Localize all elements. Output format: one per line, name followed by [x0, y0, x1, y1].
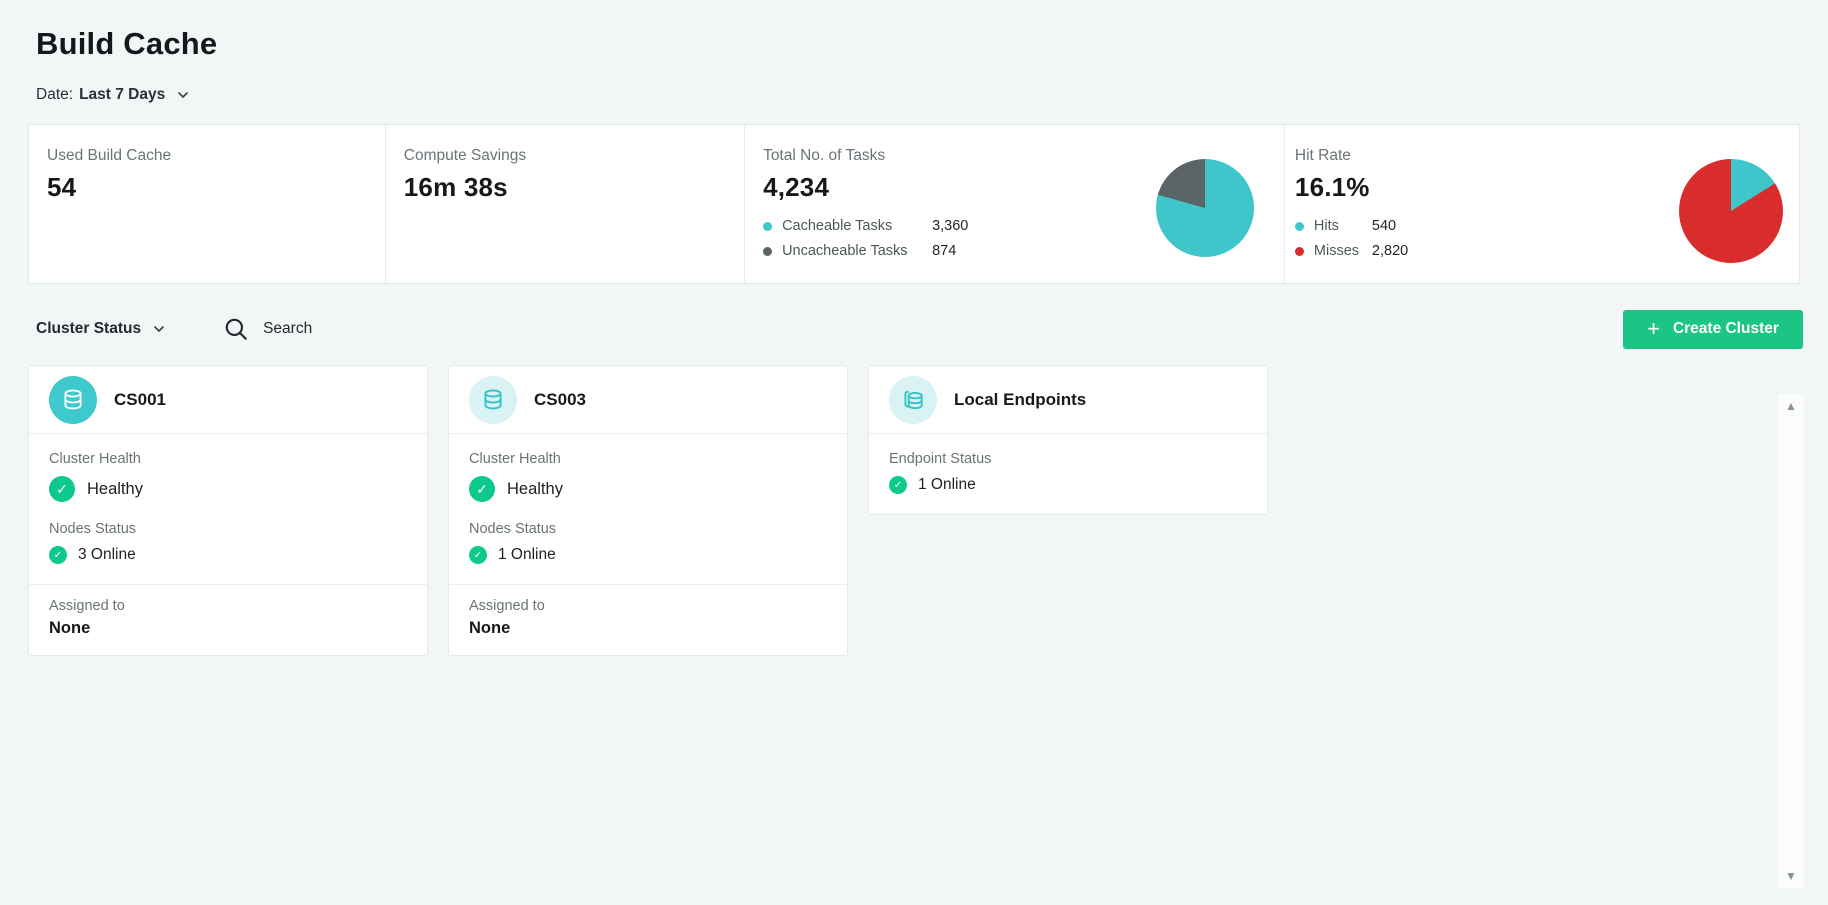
search-icon [223, 316, 249, 342]
hit-rate-pie-chart [1679, 159, 1783, 263]
stat-label: Compute Savings [404, 147, 744, 165]
health-value: Healthy [507, 480, 563, 499]
endpoint-value: 1 Online [918, 476, 976, 494]
stat-value: 54 [47, 172, 385, 203]
misses-dot-icon [1295, 247, 1304, 256]
toolbar: Cluster Status Search + Create Cluster [36, 309, 1803, 349]
legend-row: Uncacheable Tasks 874 [763, 243, 1156, 259]
cluster-health-label: Cluster Health [49, 451, 407, 467]
check-circle-icon: ✓ [49, 476, 75, 502]
scrollbar[interactable]: ▲ ▼ [1778, 394, 1804, 888]
legend-row: Hits 540 [1295, 218, 1679, 234]
legend-row: Misses 2,820 [1295, 243, 1679, 259]
page-title: Build Cache [36, 26, 1828, 62]
hits-dot-icon [1295, 222, 1304, 231]
chevron-down-icon [175, 87, 191, 103]
legend-row: Cacheable Tasks 3,360 [763, 218, 1156, 234]
nodes-status-label: Nodes Status [469, 521, 827, 537]
cluster-status-dropdown[interactable]: Cluster Status [36, 320, 167, 338]
database-stack-icon [889, 376, 937, 424]
assigned-to-label: Assigned to [469, 598, 827, 614]
cluster-card-cs001[interactable]: CS001 Cluster Health ✓ Healthy Nodes Sta… [28, 365, 428, 656]
search-input[interactable]: Search [223, 316, 312, 342]
hit-rate-legend: Hits 540 Misses 2,820 [1295, 218, 1679, 259]
legend-value: 874 [932, 243, 956, 259]
tasks-pie-chart [1156, 159, 1254, 257]
date-filter-label: Date: [36, 86, 73, 104]
stat-used-build-cache: Used Build Cache 54 [29, 125, 385, 283]
legend-value: 2,820 [1372, 243, 1408, 259]
card-header: CS003 [449, 366, 847, 434]
tasks-legend: Cacheable Tasks 3,360 Uncacheable Tasks … [763, 218, 1156, 259]
stat-label: Used Build Cache [47, 147, 385, 165]
stat-compute-savings: Compute Savings 16m 38s [385, 125, 744, 283]
date-filter-value: Last 7 Days [79, 86, 165, 104]
database-icon [469, 376, 517, 424]
legend-name: Misses [1314, 243, 1372, 259]
card-footer: Assigned to None [29, 585, 427, 655]
stat-value: 16m 38s [404, 172, 744, 203]
stat-label: Hit Rate [1295, 147, 1679, 165]
create-cluster-button[interactable]: + Create Cluster [1623, 310, 1803, 349]
database-icon [49, 376, 97, 424]
check-circle-icon: ✓ [889, 476, 907, 494]
legend-name: Cacheable Tasks [782, 218, 932, 234]
card-header: Local Endpoints [869, 366, 1267, 434]
cluster-cards: CS001 Cluster Health ✓ Healthy Nodes Sta… [28, 365, 1800, 656]
uncacheable-dot-icon [763, 247, 772, 256]
nodes-status: ✓ 3 Online [49, 546, 407, 564]
health-value: Healthy [87, 480, 143, 499]
assigned-to-value: None [49, 619, 407, 638]
check-circle-icon: ✓ [49, 546, 67, 564]
card-body: Endpoint Status ✓ 1 Online [869, 434, 1267, 514]
health-status: ✓ Healthy [49, 476, 407, 502]
chevron-down-icon [151, 321, 167, 337]
nodes-value: 3 Online [78, 546, 136, 564]
nodes-status: ✓ 1 Online [469, 546, 827, 564]
stat-value: 16.1% [1295, 172, 1679, 203]
stats-panel: Used Build Cache 54 Compute Savings 16m … [28, 124, 1800, 284]
cluster-card-local-endpoints[interactable]: Local Endpoints Endpoint Status ✓ 1 Onli… [868, 365, 1268, 515]
legend-name: Hits [1314, 218, 1372, 234]
assigned-to-value: None [469, 619, 827, 638]
legend-value: 3,360 [932, 218, 968, 234]
cluster-card-cs003[interactable]: CS003 Cluster Health ✓ Healthy Nodes Sta… [448, 365, 848, 656]
nodes-status-label: Nodes Status [49, 521, 407, 537]
card-header: CS001 [29, 366, 427, 434]
create-cluster-label: Create Cluster [1673, 320, 1779, 338]
cacheable-dot-icon [763, 222, 772, 231]
cluster-name: Local Endpoints [954, 390, 1086, 410]
assigned-to-label: Assigned to [49, 598, 407, 614]
card-body: Cluster Health ✓ Healthy Nodes Status ✓ … [29, 434, 427, 585]
scroll-down-icon[interactable]: ▼ [1785, 870, 1797, 882]
stat-value: 4,234 [763, 172, 1156, 203]
stat-label: Total No. of Tasks [763, 147, 1156, 165]
cluster-health-label: Cluster Health [469, 451, 827, 467]
card-footer: Assigned to None [449, 585, 847, 655]
health-status: ✓ Healthy [469, 476, 827, 502]
endpoint-status: ✓ 1 Online [889, 476, 1247, 494]
check-circle-icon: ✓ [469, 476, 495, 502]
date-filter[interactable]: Date: Last 7 Days [36, 86, 1828, 104]
check-circle-icon: ✓ [469, 546, 487, 564]
cluster-name: CS003 [534, 390, 586, 410]
search-placeholder: Search [263, 320, 312, 338]
endpoint-status-label: Endpoint Status [889, 451, 1247, 467]
plus-icon: + [1647, 318, 1660, 340]
cluster-status-label: Cluster Status [36, 320, 141, 338]
legend-name: Uncacheable Tasks [782, 243, 932, 259]
stat-hit-rate: Hit Rate 16.1% Hits 540 Misses 2,820 [1284, 125, 1799, 283]
cluster-name: CS001 [114, 390, 166, 410]
stat-total-tasks: Total No. of Tasks 4,234 Cacheable Tasks… [744, 125, 1284, 283]
scroll-up-icon[interactable]: ▲ [1785, 400, 1797, 412]
card-body: Cluster Health ✓ Healthy Nodes Status ✓ … [449, 434, 847, 585]
nodes-value: 1 Online [498, 546, 556, 564]
legend-value: 540 [1372, 218, 1396, 234]
